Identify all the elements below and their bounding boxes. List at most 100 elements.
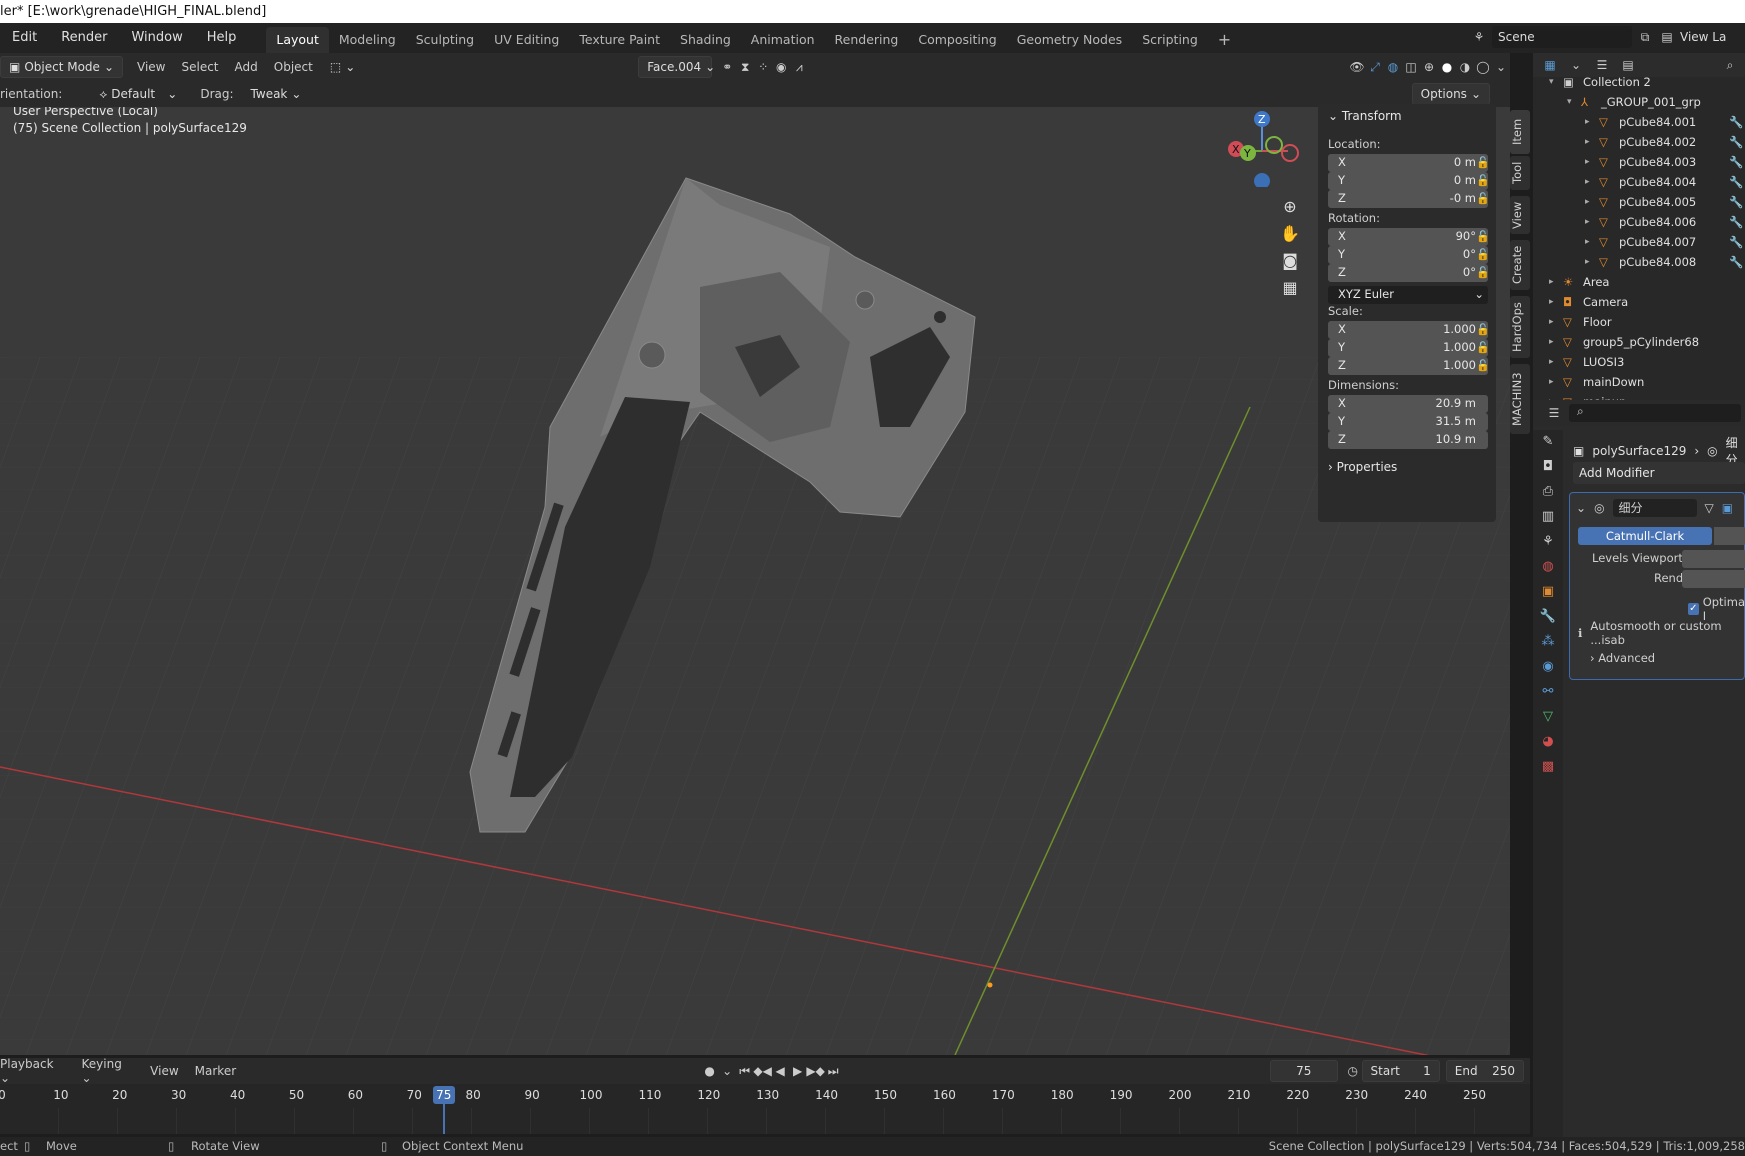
tab-texture-paint[interactable]: Texture Paint [569,27,670,53]
editmode-toggle-icon[interactable]: ▽ [1705,501,1714,515]
lock-icon[interactable]: 🔓 [1476,174,1490,187]
jump-start-icon[interactable]: ⏮ [736,1062,754,1080]
lock-icon[interactable]: 🔓 [1476,248,1490,261]
texture-tab-icon[interactable]: ▩ [1542,759,1554,774]
marker-menu[interactable]: Marker [187,1064,244,1078]
modifier-icon[interactable]: 🔧 [1729,153,1743,171]
proportional-edit-icon[interactable]: ◉ [772,58,790,76]
tab-modeling[interactable]: Modeling [329,27,406,53]
playback-menu[interactable]: Playback ⌄ [0,1057,74,1085]
filter-icon[interactable]: ⌄ [1567,56,1585,74]
search-icon[interactable]: ⌕ [1721,56,1739,74]
lock-icon[interactable]: 🔓 [1476,359,1490,372]
expand-arrow-icon[interactable]: ▸ [1585,173,1590,191]
simple-button[interactable] [1714,527,1745,545]
expand-arrow-icon[interactable]: ▸ [1549,393,1554,400]
tab-compositing[interactable]: Compositing [908,27,1006,53]
next-keyframe-icon[interactable]: ▶◆ [806,1062,824,1080]
record-icon[interactable]: ● [701,1062,719,1080]
view-layer-selector[interactable]: View La [1680,30,1726,44]
modifier-name-field[interactable]: 细分 [1612,499,1697,517]
expand-arrow-icon[interactable]: ▸ [1549,273,1554,291]
expand-arrow-icon[interactable]: ▸ [1549,293,1554,311]
outliner-item[interactable]: ▸ ▽ mainDown [1533,373,1745,391]
tab-shading[interactable]: Shading [670,27,741,53]
object-menu[interactable]: Object [266,60,321,74]
expand-arrow-icon[interactable]: ▸ [1585,253,1590,271]
lock-icon[interactable]: 🔓 [1476,323,1490,336]
select-menu[interactable]: Select [173,60,226,74]
modifier-icon[interactable]: 🔧 [1729,253,1743,271]
add-menu[interactable]: Add [227,60,266,74]
scale-y-field[interactable]: Y 1.000 [1328,339,1488,357]
modifier-icon[interactable]: 🔧 [1729,113,1743,131]
editor-type-icon[interactable]: ☰ [1545,404,1563,422]
timeline-ruler[interactable]: 0 10 20 30 40 50 60 70 80 90 100 110 120 130 140 150 160… [0,1084,1530,1134]
dimensions-y-field[interactable]: Y 31.5 m [1328,413,1488,431]
zoom-icon[interactable]: ⊕ [1279,197,1301,216]
particles-tab-icon[interactable]: ⁂ [1542,634,1555,649]
keying-menu[interactable]: Keying ⌄ [74,1057,143,1085]
expand-arrow-icon[interactable]: ▸ [1585,193,1590,211]
data-tab-icon[interactable]: ▽ [1543,709,1553,724]
constraints-tab-icon[interactable]: ⚯ [1543,684,1554,699]
scale-z-field[interactable]: Z 1.000 [1328,357,1488,375]
tab-scripting[interactable]: Scripting [1132,27,1208,53]
lock-icon[interactable]: 🔓 [1476,341,1490,354]
menu-render[interactable]: Render [49,23,119,53]
output-tab-icon[interactable]: ⎙ [1543,484,1553,499]
outliner-item[interactable]: ▸ ▽ pCube84.007 🔧 [1533,233,1745,251]
render-levels-field[interactable] [1682,570,1745,588]
copy-scene-icon[interactable]: ⧉ [1636,28,1654,46]
scene-tab-icon[interactable]: ⚘ [1542,534,1554,549]
solid-shading-icon[interactable]: ● [1438,58,1456,76]
lock-icon[interactable]: 🔓 [1476,156,1490,169]
drag-selector[interactable]: Tweak ⌄ [241,83,311,105]
outliner-item[interactable]: ▸ ▽ pCube84.003 🔧 [1533,153,1745,171]
advanced-section[interactable]: › Advanced [1590,651,1655,665]
tool-tab-icon[interactable]: ✎ [1543,434,1554,449]
rotation-y-field[interactable]: Y 0° [1328,246,1488,264]
outliner-item[interactable]: ▸ ▽ pCube84.006 🔧 [1533,213,1745,231]
gizmo-toggle[interactable]: ⬚ ⌄ [320,56,365,78]
tab-item[interactable]: Item [1510,110,1530,154]
render-tab-icon[interactable]: ◘ [1543,459,1553,474]
viewport-toggle-icon[interactable]: ▣ [1722,501,1733,515]
tab-geometry-nodes[interactable]: Geometry Nodes [1007,27,1132,53]
hand-pan-icon[interactable]: ✋ [1279,224,1301,243]
outliner-item[interactable]: ▸ ☀ Area [1533,273,1745,291]
tab-view[interactable]: View [1510,196,1530,234]
expand-arrow-icon[interactable]: ▸ [1585,113,1590,131]
expand-arrow-icon[interactable]: ▸ [1549,373,1554,391]
face-selector[interactable]: Face.004 ⌄ [638,56,715,78]
properties-section-header[interactable]: › Properties [1328,460,1397,474]
playhead[interactable]: 75 [432,1086,455,1104]
tab-rendering[interactable]: Rendering [825,27,909,53]
expand-arrow-icon[interactable]: ▸ [1585,233,1590,251]
outliner-item[interactable]: ▾ ⅄ _GROUP_001_grp [1533,93,1745,111]
expand-arrow-icon[interactable]: ▾ [1567,93,1572,111]
display-mode-icon[interactable]: ▦ [1541,56,1559,74]
snap-icon[interactable]: ⧗ [736,58,754,76]
scene-selector[interactable]: Scene [1492,26,1632,48]
options-button[interactable]: Options ⌄ [1411,83,1490,105]
orientation-selector[interactable]: ⟡ Default ⌄ [90,83,187,105]
scale-x-field[interactable]: X 1.000 [1328,321,1488,339]
dimensions-z-field[interactable]: Z 10.9 m [1328,431,1488,449]
material-shading-icon[interactable]: ◑ [1456,58,1474,76]
play-icon[interactable]: ▶ [789,1062,807,1080]
3d-viewport[interactable]: User Perspective (Local) (75) Scene Coll… [0,107,1510,1055]
outliner-item[interactable]: ▸ ▽ group5_pCylinder68 [1533,333,1745,351]
material-tab-icon[interactable]: ◕ [1542,734,1553,749]
chevron-down-icon[interactable]: ⌄ [718,1062,736,1080]
outliner-item[interactable]: ▾ ▣ Collection 2 [1533,73,1745,91]
clock-icon[interactable]: ◷ [1344,1062,1362,1080]
end-frame-field[interactable]: End 250 [1445,1060,1525,1082]
gizmo-icon[interactable]: ⤢ [1366,58,1384,76]
chevron-down-icon[interactable]: ⌄ [1576,501,1586,515]
physics-tab-icon[interactable]: ◉ [1542,659,1553,674]
expand-arrow-icon[interactable]: ▸ [1549,353,1554,371]
modifier-tab-icon[interactable]: 🔧 [1540,609,1556,624]
start-frame-field[interactable]: Start 1 [1361,1060,1440,1082]
mode-selector[interactable]: ▣ Object Mode ⌄ [0,56,123,78]
